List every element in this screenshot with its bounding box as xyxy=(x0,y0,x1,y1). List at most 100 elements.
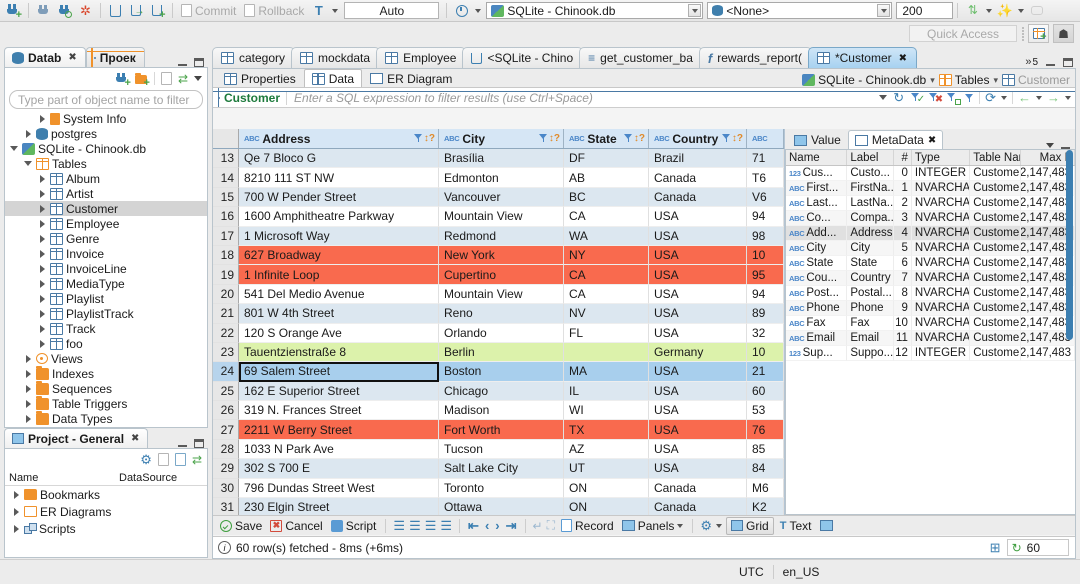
duplicate-row-icon[interactable]: ☰ xyxy=(425,518,437,534)
link-with-editor-icon[interactable]: ⇄ xyxy=(178,72,188,86)
grid-cell[interactable]: 10 xyxy=(747,342,784,363)
tree-item-genre[interactable]: Genre xyxy=(5,231,207,246)
row-number[interactable]: 24 xyxy=(213,362,239,382)
grid-cell[interactable]: 230 Elgin Street xyxy=(239,498,439,515)
metadata-row[interactable]: ABCFaxFax10NVARCHARCustomer2,147,483 xyxy=(786,316,1075,331)
grid-cell[interactable]: USA xyxy=(649,323,747,343)
tab-er-diagram[interactable]: ER Diagram xyxy=(362,69,460,87)
metadata-column-[interactable]: # xyxy=(894,150,912,165)
row-count-box[interactable]: ↻ 60 xyxy=(1006,539,1069,556)
table-row[interactable]: 21 801 W 4th Street Reno NV USA 89 xyxy=(213,304,784,324)
minimize-icon[interactable] xyxy=(178,445,187,447)
grid-cell[interactable]: IL xyxy=(564,381,649,402)
metadata-cell-table[interactable]: Customer xyxy=(970,316,1022,331)
metadata-cell-type[interactable]: NVARCHAR xyxy=(911,286,971,301)
twisty-collapsed-icon[interactable] xyxy=(11,490,21,499)
fit-value-icon[interactable]: ⛶ xyxy=(547,518,555,533)
tree-item-track[interactable]: Track xyxy=(5,321,207,336)
gear-icon[interactable]: ⚙ xyxy=(140,452,152,468)
table-row[interactable]: 15 700 W Pender Street Vancouver BC Canada V6 xyxy=(213,187,784,208)
history-dropdown[interactable] xyxy=(472,1,484,20)
tab-project-general[interactable]: Project - General ✖ xyxy=(4,428,149,448)
filter-icon[interactable] xyxy=(623,134,633,143)
grid-cell[interactable]: TX xyxy=(564,420,649,440)
editor-tab-customer[interactable]: *Customer ✖ xyxy=(807,47,918,68)
metadata-cell-num[interactable]: 2 xyxy=(893,196,912,211)
grid-column-header-postal[interactable]: ABC xyxy=(747,129,784,148)
datasource-dropdown-arrow[interactable] xyxy=(688,4,702,17)
row-number[interactable]: 20 xyxy=(213,284,239,305)
twisty-collapsed-icon[interactable] xyxy=(11,507,21,516)
metadata-row[interactable]: 123 Cus... Custo... 0 INTEGER Customer 2,147,4… xyxy=(786,166,1075,181)
new-folder-icon[interactable]: + xyxy=(134,72,150,88)
metadata-cell-type[interactable]: INTEGER xyxy=(911,346,971,361)
kill-session-icon[interactable]: ✲ xyxy=(75,1,96,20)
transaction-log-dropdown[interactable] xyxy=(983,1,994,20)
twisty-collapsed-icon[interactable] xyxy=(11,524,21,533)
collapse-all-icon[interactable] xyxy=(160,72,172,85)
datasource-combo[interactable]: SQLite - Chinook.db xyxy=(486,2,704,19)
save-filter-icon[interactable] xyxy=(947,92,962,105)
twisty-collapsed-icon[interactable] xyxy=(23,399,33,408)
editor-tab-rewards-report[interactable]: f rewards_report( xyxy=(698,47,812,68)
grid-cell[interactable]: Mountain View xyxy=(439,207,564,227)
new-connection-icon[interactable]: + xyxy=(115,72,131,88)
metadata-row[interactable]: ABCStateState6NVARCHARCustomer2,147,483 xyxy=(786,256,1075,271)
table-row[interactable]: 22 120 S Orange Ave Orlando FL USA 32 xyxy=(213,323,784,343)
next-row-icon[interactable]: › xyxy=(494,518,500,533)
breadcrumb-item-sqlite-chinook-db[interactable]: SQLite - Chinook.db xyxy=(802,73,926,87)
grid-cell[interactable]: 32 xyxy=(747,323,784,343)
table-row[interactable]: 24 69 Salem Street Boston MA USA 21 xyxy=(213,362,784,382)
grid-cell[interactable]: M6 xyxy=(747,478,784,499)
metadata-cell-label[interactable]: LastNa... xyxy=(847,196,894,211)
sort-icon[interactable]: ↕? xyxy=(732,133,743,144)
open-sql-script-icon[interactable]: → xyxy=(126,1,147,20)
sort-icon[interactable]: ↕? xyxy=(549,133,560,144)
editor-tab-get-customer-ba[interactable]: ≡ get_customer_ba xyxy=(579,47,703,68)
row-number[interactable]: 19 xyxy=(213,265,239,285)
grid-cell[interactable]: CA xyxy=(564,284,649,305)
twisty-collapsed-icon[interactable] xyxy=(37,294,47,303)
table-row[interactable]: 26 319 N. Frances Street Madison WI USA 53 xyxy=(213,401,784,421)
metadata-cell-label[interactable]: Fax xyxy=(847,316,894,331)
metadata-cell-num[interactable]: 5 xyxy=(893,241,912,256)
close-icon[interactable]: ✖ xyxy=(928,135,936,146)
editor-tab-mockdata[interactable]: mockdata xyxy=(291,47,381,68)
prev-row-icon[interactable]: ‹ xyxy=(484,518,490,533)
editor-tab-employee[interactable]: Employee xyxy=(376,47,467,68)
close-icon[interactable]: ✖ xyxy=(899,53,907,64)
metadata-cell-table[interactable]: Customer xyxy=(970,226,1022,241)
tree-item-foo[interactable]: foo xyxy=(5,336,207,351)
grid-cell[interactable]: Madison xyxy=(439,401,564,421)
metadata-cell-label[interactable]: Phone xyxy=(847,301,894,316)
tree-item-table-triggers[interactable]: Table Triggers xyxy=(5,395,207,411)
metadata-cell-name[interactable]: ABC Last... xyxy=(786,196,848,211)
schema-dropdown-arrow[interactable] xyxy=(877,4,891,17)
metadata-column-type[interactable]: Type xyxy=(912,150,971,165)
twisty-collapsed-icon[interactable] xyxy=(23,369,33,378)
grid-cell[interactable]: Orlando xyxy=(439,323,564,343)
metadata-scrollbar[interactable] xyxy=(1065,150,1074,514)
grid-cell[interactable]: Reno xyxy=(439,304,564,324)
view-menu-icon[interactable] xyxy=(194,76,202,81)
row-number[interactable]: 13 xyxy=(213,149,239,169)
tree-item-invoice[interactable]: Invoice xyxy=(5,246,207,261)
metadata-cell-name[interactable]: ABC Phone xyxy=(786,301,848,316)
column-filter-controls[interactable]: ↕? xyxy=(623,133,645,144)
metadata-cell-name[interactable]: ABC Co... xyxy=(786,211,848,226)
grid-cell[interactable]: 1600 Amphitheatre Parkway xyxy=(239,207,439,227)
column-filter-controls[interactable]: ↕? xyxy=(721,133,743,144)
twisty-collapsed-icon[interactable] xyxy=(37,264,47,273)
filter-icon[interactable] xyxy=(965,93,974,103)
metadata-cell-name[interactable]: ABC Add... xyxy=(786,226,848,241)
transpose-icon[interactable]: ⊞ xyxy=(990,540,1001,556)
metadata-column-label[interactable]: Label xyxy=(847,150,894,165)
grid-cell[interactable]: 94 xyxy=(747,284,784,305)
metadata-cell-table[interactable]: Customer xyxy=(970,331,1022,346)
metadata-cell-num[interactable]: 6 xyxy=(893,256,912,271)
metadata-cell-label[interactable]: State xyxy=(847,256,894,271)
disconnect-icon[interactable] xyxy=(33,1,54,20)
grid-cell[interactable]: New York xyxy=(439,245,564,266)
grid-cell[interactable]: Salt Lake City xyxy=(439,459,564,479)
metadata-column-name[interactable]: Name xyxy=(786,150,848,165)
